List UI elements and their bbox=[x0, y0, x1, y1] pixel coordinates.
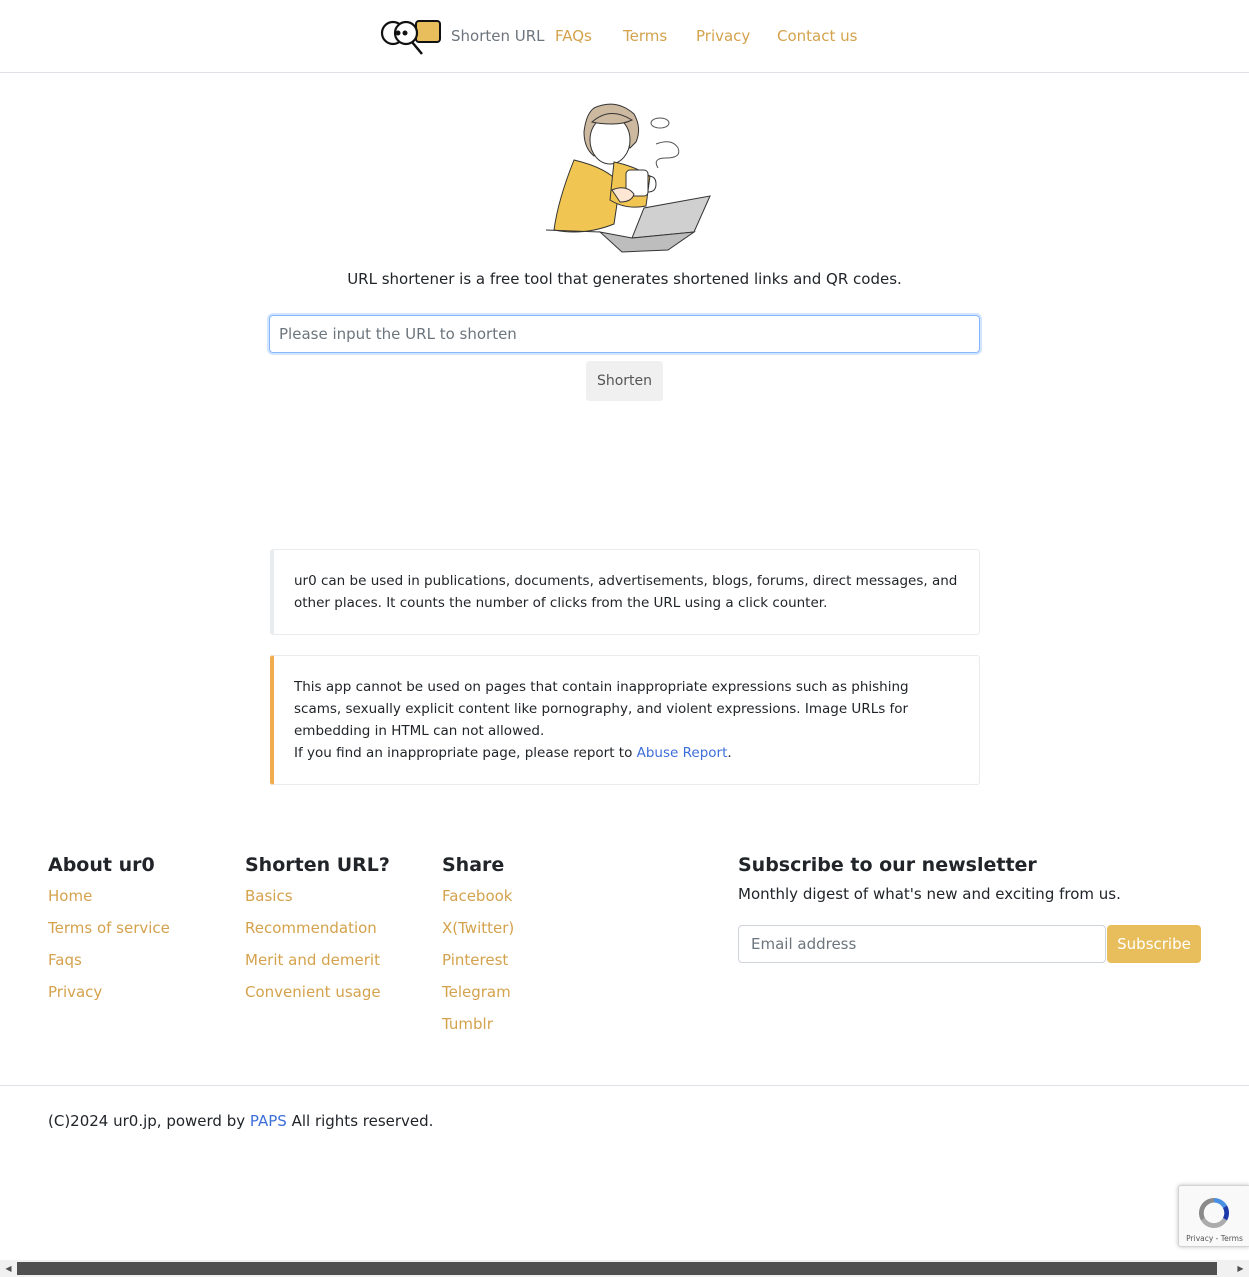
footer-link-faqs[interactable]: Faqs bbox=[48, 948, 170, 980]
footer-link-basics[interactable]: Basics bbox=[245, 884, 390, 916]
recaptcha-icon bbox=[1198, 1198, 1230, 1229]
nav-terms[interactable]: Terms bbox=[623, 27, 667, 45]
top-navbar: Shorten URL FAQs Terms Privacy Contact u… bbox=[0, 0, 1249, 73]
hero-illustration bbox=[545, 103, 711, 253]
footer-link-recommendation[interactable]: Recommendation bbox=[245, 916, 390, 948]
footer-link-telegram[interactable]: Telegram bbox=[442, 980, 514, 1012]
info-card: ur0 can be used in publications, documen… bbox=[270, 549, 980, 635]
shorten-button[interactable]: Shorten bbox=[586, 361, 663, 401]
email-input[interactable] bbox=[738, 925, 1106, 963]
scrollbar-thumb[interactable] bbox=[17, 1262, 1217, 1275]
hero-tagline: URL shortener is a free tool that genera… bbox=[347, 270, 902, 288]
footer-link-home[interactable]: Home bbox=[48, 884, 170, 916]
url-input[interactable] bbox=[269, 315, 980, 353]
nav-faqs[interactable]: FAQs bbox=[555, 27, 592, 45]
footer-about: About ur0 Home Terms of service Faqs Pri… bbox=[48, 853, 170, 1012]
footer-link-twitter[interactable]: X(Twitter) bbox=[442, 916, 514, 948]
footer-link-pinterest[interactable]: Pinterest bbox=[442, 948, 514, 980]
footer-shorten-url: Shorten URL? Basics Recommendation Merit… bbox=[245, 853, 390, 1012]
footer-share-heading: Share bbox=[442, 854, 505, 876]
footer-link-terms-of-service[interactable]: Terms of service bbox=[48, 916, 170, 948]
newsletter-heading: Subscribe to our newsletter bbox=[738, 854, 1037, 876]
footer-link-tumblr[interactable]: Tumblr bbox=[442, 1012, 514, 1044]
footer-about-heading: About ur0 bbox=[48, 854, 155, 876]
report-prefix: If you find an inappropriate page, pleas… bbox=[294, 745, 637, 761]
nav-contact[interactable]: Contact us bbox=[777, 27, 857, 45]
recaptcha-text[interactable]: Privacy - Terms bbox=[1179, 1234, 1249, 1243]
footer-link-convenient-usage[interactable]: Convenient usage bbox=[245, 980, 390, 1012]
logo-icon[interactable] bbox=[380, 17, 442, 57]
warning-card: This app cannot be used on pages that co… bbox=[270, 655, 980, 785]
recaptcha-badge[interactable]: Privacy - Terms bbox=[1178, 1185, 1249, 1247]
footer-share: Share Facebook X(Twitter) Pinterest Tele… bbox=[442, 853, 514, 1044]
report-suffix: . bbox=[727, 745, 732, 761]
newsletter-section: Subscribe to our newsletter Monthly dige… bbox=[738, 853, 1201, 963]
copyright: (C)2024 ur0.jp, powerd by PAPS All right… bbox=[48, 1112, 433, 1130]
newsletter-description: Monthly digest of what's new and excitin… bbox=[738, 885, 1121, 903]
footer-shorten-heading: Shorten URL? bbox=[245, 854, 390, 876]
footer-link-facebook[interactable]: Facebook bbox=[442, 884, 514, 916]
footer-divider bbox=[0, 1085, 1249, 1086]
copyright-prefix: (C)2024 ur0.jp, powerd by bbox=[48, 1112, 250, 1130]
brand-name[interactable]: Shorten URL bbox=[451, 27, 545, 45]
footer-link-privacy[interactable]: Privacy bbox=[48, 980, 170, 1012]
paps-link[interactable]: PAPS bbox=[250, 1112, 287, 1130]
abuse-report-link[interactable]: Abuse Report bbox=[637, 745, 728, 761]
footer-link-merit[interactable]: Merit and demerit bbox=[245, 948, 390, 980]
copyright-suffix: All rights reserved. bbox=[286, 1112, 434, 1130]
subscribe-button[interactable]: Subscribe bbox=[1107, 925, 1201, 963]
scroll-right-icon[interactable]: ▶ bbox=[1232, 1260, 1249, 1277]
warning-text: This app cannot be used on pages that co… bbox=[294, 679, 909, 739]
scroll-left-icon[interactable]: ◀ bbox=[0, 1260, 17, 1277]
info-text: ur0 can be used in publications, documen… bbox=[294, 573, 958, 611]
nav-privacy[interactable]: Privacy bbox=[696, 27, 750, 45]
horizontal-scrollbar[interactable]: ◀ ▶ bbox=[0, 1260, 1249, 1277]
